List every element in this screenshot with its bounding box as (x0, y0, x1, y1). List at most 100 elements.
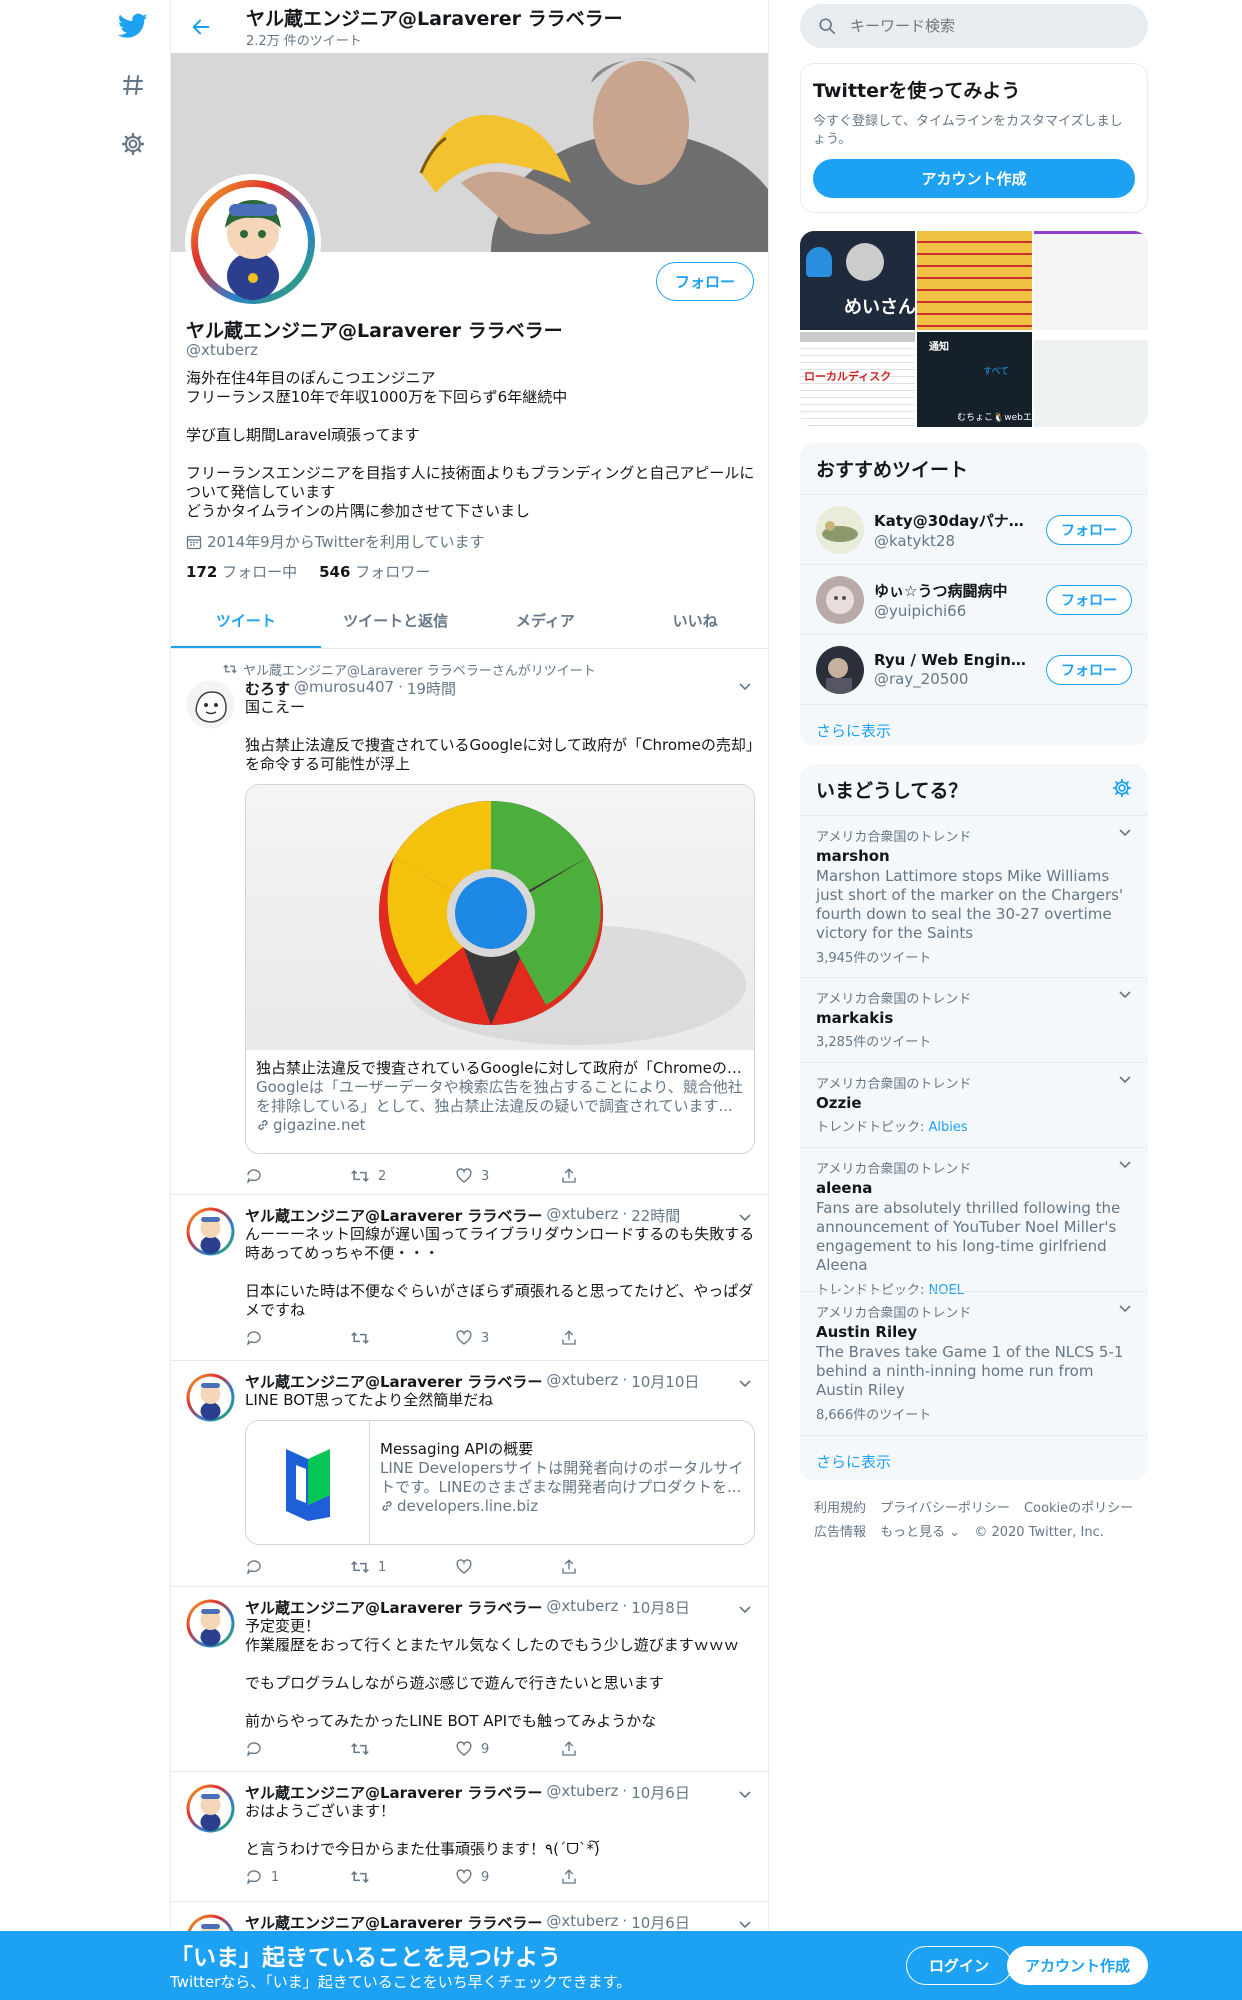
following-link[interactable]: 172 フォロー中 (186, 561, 297, 582)
reply-button[interactable]: 1 (245, 1868, 350, 1886)
follow-button[interactable]: フォロー (1046, 655, 1132, 685)
recommended-user[interactable]: Ryu / Web Engineer @ray_20500 フォロー (800, 634, 1148, 704)
tweet-time[interactable]: 22時間 (631, 1205, 680, 1225)
tweet-time[interactable]: 10月10日 (631, 1371, 699, 1391)
login-button[interactable]: ログイン (906, 1946, 1013, 1985)
avatar[interactable] (186, 680, 235, 729)
share-button[interactable] (560, 1558, 665, 1576)
profile-avatar[interactable] (185, 174, 321, 310)
tweet-author-name[interactable]: ヤル蔵エンジニア@Laraverer ララベラー (245, 1597, 542, 1617)
retweet-button[interactable]: 1 (350, 1558, 455, 1576)
chevron-down-icon[interactable] (738, 1790, 752, 1800)
tweet-time[interactable]: 10月6日 (631, 1912, 690, 1932)
reply-button[interactable] (245, 1558, 350, 1576)
hashtag-icon[interactable] (110, 62, 156, 108)
avatar[interactable] (186, 1207, 235, 1256)
chevron-down-icon[interactable] (738, 1379, 752, 1389)
chevron-down-icon[interactable] (1118, 828, 1132, 838)
reply-button[interactable] (245, 1740, 350, 1758)
tweet-author-handle[interactable]: @xtuberz (546, 1371, 618, 1391)
media-thumbnail[interactable] (917, 231, 1032, 330)
reply-button[interactable] (245, 1167, 350, 1185)
tweet[interactable]: ヤル蔵エンジニア@Laraverer ララベラーさんがリツイート むろす @mur… (171, 650, 770, 1195)
retweet-button[interactable]: 2 (350, 1167, 455, 1185)
footer-link-cookies[interactable]: Cookieのポリシー (1024, 1501, 1133, 1516)
tweet-author-name[interactable]: ヤル蔵エンジニア@Laraverer ララベラー (245, 1371, 542, 1391)
tweet-time[interactable]: 19時間 (407, 678, 456, 698)
followers-link[interactable]: 546 フォロワー (319, 561, 430, 582)
tweet[interactable]: ヤル蔵エンジニア@Laraverer ララベラー @xtuberz · 22時間 んー… (171, 1195, 770, 1361)
recommended-user[interactable]: Katy@30dayパナーチ...@katykt28 フォロー (800, 494, 1148, 564)
tweet-author-handle[interactable]: @xtuberz (546, 1782, 618, 1802)
link-card[interactable]: 独占禁止法違反で捜査されているGoogleに対して政府が「Chromeの売...… (245, 784, 755, 1154)
show-more-link[interactable]: さらに表示 (800, 704, 1148, 756)
footer-link-privacy[interactable]: プライバシーポリシー (880, 1501, 1010, 1516)
tab-media[interactable]: メディア (471, 592, 621, 648)
trend-item[interactable]: アメリカ合衆国のトレンド Austin Riley The Braves tak… (800, 1291, 1148, 1435)
footer-link-ads[interactable]: 広告情報 (814, 1525, 866, 1540)
tweet[interactable]: ヤル蔵エンジニア@Laraverer ララベラー @xtuberz · 10月10日 … (171, 1361, 770, 1587)
link-card[interactable]: Messaging APIの概要 LINE Developersサイトは開発者向… (245, 1420, 755, 1545)
tweet-author-name[interactable]: むろす (245, 678, 290, 698)
chevron-down-icon[interactable] (738, 682, 752, 692)
like-button[interactable]: 3 (455, 1167, 560, 1185)
trend-item[interactable]: アメリカ合衆国のトレンド marshon Marshon Lattimore s… (800, 815, 1148, 977)
chevron-down-icon[interactable] (1118, 1075, 1132, 1085)
tweet-author-name[interactable]: ヤル蔵エンジニア@Laraverer ララベラー (245, 1912, 542, 1932)
media-thumbnail[interactable] (1034, 332, 1148, 427)
search-box[interactable] (800, 4, 1148, 48)
create-account-button[interactable]: アカウント作成 (813, 159, 1135, 198)
share-button[interactable] (560, 1740, 665, 1758)
avatar[interactable] (816, 575, 864, 624)
trend-item[interactable]: アメリカ合衆国のトレンド aleena Fans are absolutely … (800, 1147, 1148, 1298)
share-button[interactable] (560, 1329, 665, 1347)
chevron-down-icon[interactable] (738, 1605, 752, 1615)
avatar[interactable] (186, 1784, 235, 1833)
gear-icon[interactable] (110, 121, 156, 167)
follow-button[interactable]: フォロー (1046, 585, 1132, 615)
chevron-down-icon[interactable] (1118, 1160, 1132, 1170)
reply-button[interactable] (245, 1329, 350, 1347)
retweet-button[interactable] (350, 1868, 455, 1886)
show-more-link[interactable]: さらに表示 (800, 1435, 1148, 1487)
tweet[interactable]: ヤル蔵エンジニア@Laraverer ララベラー @xtuberz · 10月6日 お… (171, 1772, 770, 1902)
trend-topic-link[interactable]: Albies (929, 1120, 968, 1135)
tweet-author-handle[interactable]: @xtuberz (546, 1912, 618, 1932)
like-button[interactable]: 9 (455, 1740, 560, 1758)
tweet-author-name[interactable]: ヤル蔵エンジニア@Laraverer ララベラー (245, 1782, 542, 1802)
tweet-author-name[interactable]: ヤル蔵エンジニア@Laraverer ララベラー (245, 1205, 542, 1225)
back-arrow-icon[interactable] (183, 9, 219, 45)
trend-item[interactable]: アメリカ合衆国のトレンド Ozzie トレンドトピック: Albies (800, 1062, 1148, 1147)
share-button[interactable] (560, 1868, 665, 1886)
chevron-down-icon[interactable] (1118, 990, 1132, 1000)
follow-button[interactable]: フォロー (1046, 515, 1132, 545)
retweet-button[interactable] (350, 1740, 455, 1758)
signup-button[interactable]: アカウント作成 (1007, 1946, 1149, 1985)
tweet-author-handle[interactable]: @xtuberz (546, 1597, 618, 1617)
like-button[interactable]: 3 (455, 1329, 560, 1347)
trends-settings-gear-icon[interactable] (1112, 778, 1132, 798)
follow-button[interactable]: フォロー (655, 262, 754, 301)
twitter-bird-icon[interactable] (110, 3, 156, 49)
share-button[interactable] (560, 1167, 665, 1185)
footer-link-terms[interactable]: 利用規約 (814, 1501, 866, 1516)
tweet-author-handle[interactable]: @murosu407 (294, 678, 394, 698)
tab-tweets-and-replies[interactable]: ツイートと返信 (321, 592, 471, 648)
avatar[interactable] (186, 1599, 235, 1648)
tab-tweets[interactable]: ツイート (171, 592, 321, 648)
avatar[interactable] (816, 645, 864, 694)
media-thumbnail[interactable]: ローカルディスク (800, 332, 915, 427)
media-thumbnail[interactable] (1034, 231, 1148, 330)
trend-item[interactable]: アメリカ合衆国のトレンド markakis 3,285件のツイート (800, 977, 1148, 1062)
avatar[interactable] (816, 505, 864, 554)
search-input[interactable] (850, 17, 1100, 35)
recommended-user[interactable]: ゆぃ☆うつ病闘病中 @yuipichi66 フォロー (800, 564, 1148, 634)
tweet-time[interactable]: 10月8日 (631, 1597, 690, 1617)
tweet[interactable]: ヤル蔵エンジニア@Laraverer ララベラー @xtuberz · 10月8日 予… (171, 1587, 770, 1772)
footer-more-menu[interactable]: もっと見る ⌄ (880, 1525, 960, 1540)
media-thumbnail[interactable]: めいさん (800, 231, 915, 330)
like-button[interactable]: 9 (455, 1868, 560, 1886)
chevron-down-icon[interactable] (738, 1213, 752, 1223)
media-thumbnail[interactable]: 通知 すべて むちょこ🐧webエン (917, 332, 1041, 427)
chevron-down-icon[interactable] (1118, 1304, 1132, 1314)
